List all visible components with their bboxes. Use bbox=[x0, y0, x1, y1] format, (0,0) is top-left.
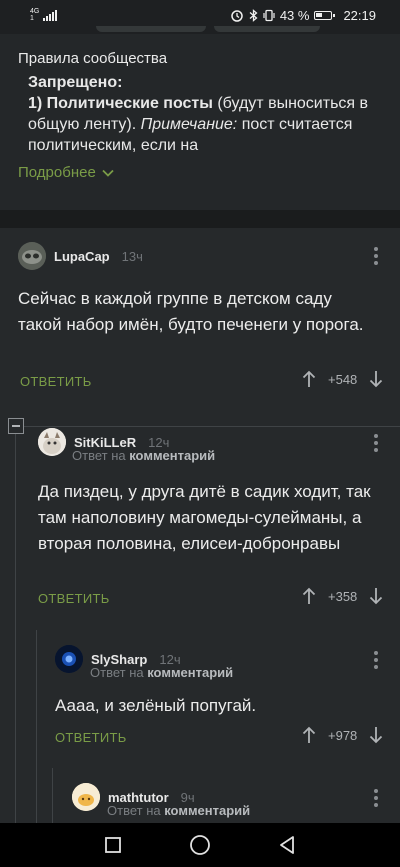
reply-prefix: Ответ на bbox=[107, 803, 165, 818]
vibrate-icon bbox=[263, 9, 275, 21]
downvote-icon[interactable] bbox=[369, 726, 383, 744]
thread-line bbox=[15, 434, 16, 823]
network-sublabel: 1 bbox=[30, 15, 34, 22]
comment-time: 13ч bbox=[121, 248, 143, 264]
upvote-icon[interactable] bbox=[302, 370, 316, 388]
reply-to-label: Ответ на комментарий bbox=[90, 665, 233, 680]
thread-line bbox=[36, 630, 37, 823]
vote-controls: +548 bbox=[302, 370, 383, 388]
rules-body: Запрещено: 1) Политические посты (будут … bbox=[28, 72, 378, 156]
bluetooth-icon bbox=[249, 8, 258, 22]
downvote-icon[interactable] bbox=[369, 370, 383, 388]
rules-note-label: Примечание: bbox=[140, 116, 238, 133]
battery-percent: 43 % bbox=[279, 7, 310, 23]
reply-prefix: Ответ на bbox=[90, 665, 148, 680]
avatar[interactable] bbox=[38, 428, 66, 456]
more-options-icon[interactable] bbox=[374, 651, 378, 672]
rules-heading: Запрещено: bbox=[28, 74, 123, 91]
reply-target-link[interactable]: комментарий bbox=[147, 665, 233, 680]
alarm-icon bbox=[231, 10, 243, 22]
comment-text: Да пиздец, у друга дитё в садик ходит, т… bbox=[38, 482, 371, 553]
reply-to-label: Ответ на комментарий bbox=[107, 803, 250, 818]
more-options-icon[interactable] bbox=[374, 247, 378, 268]
more-button[interactable]: Подробнее bbox=[18, 164, 114, 181]
system-navigation-bar bbox=[0, 823, 400, 867]
vote-controls: +978 bbox=[302, 726, 383, 744]
avatar[interactable] bbox=[55, 645, 83, 673]
reply-button[interactable]: ОТВЕТИТЬ bbox=[20, 374, 92, 389]
rules-title: Правила сообщества bbox=[18, 50, 168, 67]
home-icon[interactable] bbox=[189, 834, 211, 856]
rating: +358 bbox=[328, 588, 358, 604]
recent-apps-icon[interactable] bbox=[104, 836, 122, 854]
rating: +978 bbox=[328, 727, 358, 743]
downvote-icon[interactable] bbox=[369, 587, 383, 605]
avatar-image-icon bbox=[55, 645, 83, 673]
status-right: 43 % 22:19 bbox=[230, 8, 376, 23]
signal-icon bbox=[43, 9, 58, 21]
comment-header: LupaCap 13ч bbox=[18, 242, 143, 270]
username[interactable]: LupaCap bbox=[54, 249, 110, 264]
thread-line bbox=[52, 768, 53, 823]
thread-divider bbox=[24, 426, 400, 427]
avatar-image-icon bbox=[72, 783, 100, 811]
signal-group: 4G 1 bbox=[30, 8, 58, 22]
avatar-image-icon bbox=[38, 428, 66, 456]
community-rules: Правила сообщества Запрещено: 1) Политич… bbox=[0, 34, 400, 210]
reply-button[interactable]: ОТВЕТИТЬ bbox=[38, 591, 110, 606]
avatar[interactable] bbox=[72, 783, 100, 811]
top-buttons-edge bbox=[0, 26, 400, 34]
battery-icon bbox=[314, 10, 336, 20]
upvote-icon[interactable] bbox=[302, 726, 316, 744]
reply-target-link[interactable]: комментарий bbox=[164, 803, 250, 818]
avatar[interactable] bbox=[18, 242, 46, 270]
reply-button[interactable]: ОТВЕТИТЬ bbox=[55, 730, 127, 745]
more-label: Подробнее bbox=[18, 164, 96, 181]
back-icon[interactable] bbox=[278, 835, 296, 855]
more-options-icon[interactable] bbox=[374, 434, 378, 455]
avatar-image-icon bbox=[18, 242, 46, 270]
section-separator bbox=[0, 210, 400, 228]
reply-prefix: Ответ на bbox=[72, 448, 130, 463]
vote-controls: +358 bbox=[302, 587, 383, 605]
comment-text: Сейчас в каждой группе в детском саду та… bbox=[18, 289, 364, 334]
rules-item-title: 1) Политические посты bbox=[28, 95, 213, 112]
reply-target-link[interactable]: комментарий bbox=[129, 448, 215, 463]
chevron-down-icon bbox=[102, 169, 114, 177]
upvote-icon[interactable] bbox=[302, 587, 316, 605]
collapse-thread-icon[interactable] bbox=[8, 418, 24, 434]
comment-text: Аааа, и зелёный попугай. bbox=[55, 696, 257, 715]
clock: 22:19 bbox=[343, 7, 376, 23]
more-options-icon[interactable] bbox=[374, 789, 378, 810]
network-label: 4G bbox=[30, 8, 40, 15]
reply-to-label: Ответ на комментарий bbox=[72, 448, 215, 463]
network-type: 4G 1 bbox=[30, 8, 39, 22]
rating: +548 bbox=[328, 371, 358, 387]
comments-thread: LupaCap 13ч Сейчас в каждой группе в дет… bbox=[0, 228, 400, 823]
